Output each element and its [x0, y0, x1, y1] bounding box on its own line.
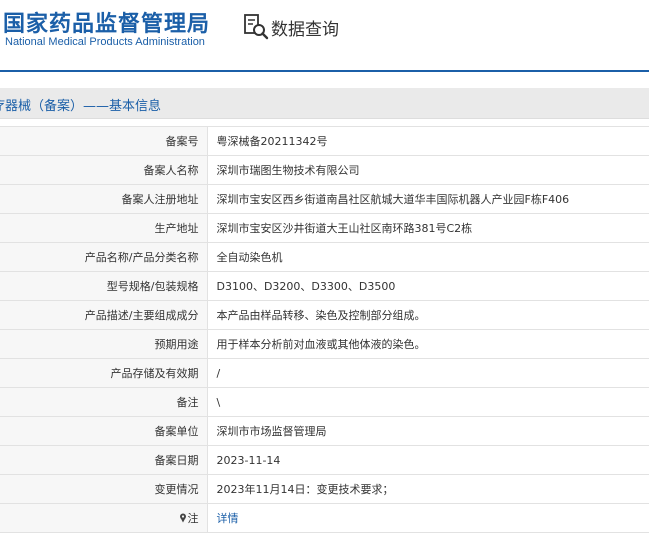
site-logo-en[interactable]: National Medical Products Administration	[5, 36, 205, 48]
row-value: D3100、D3200、D3300、D3500	[207, 271, 649, 301]
section-title: 疗器械（备案）——基本信息	[0, 99, 162, 114]
table-row: 备注 \	[0, 387, 649, 417]
site-header: 国家药品监督管理局 National Medical Products Admi…	[0, 0, 649, 70]
row-value: 2023-11-14	[207, 445, 649, 475]
section-header: 疗器械（备案）——基本信息	[0, 88, 649, 119]
table-row: 型号规格/包装规格 D3100、D3200、D3300、D3500	[0, 271, 649, 301]
table-row: 备案单位 深圳市市场监督管理局	[0, 416, 649, 446]
table-row: 产品描述/主要组成成分 本产品由样品转移、染色及控制部分组成。	[0, 300, 649, 330]
row-label: 备案人注册地址	[0, 184, 208, 214]
row-value: 用于样本分析前对血液或其他体液的染色。	[207, 329, 649, 359]
row-value: 本产品由样品转移、染色及控制部分组成。	[207, 300, 649, 330]
note-label: 注	[187, 512, 199, 525]
table-row: 备案日期 2023-11-14	[0, 445, 649, 475]
row-label: 备注	[0, 387, 208, 417]
row-label: 变更情况	[0, 474, 208, 504]
details-link[interactable]: 详情	[217, 512, 239, 525]
data-query-title: 数据查询	[243, 13, 339, 41]
row-value: 2023年11月14日：变更技术要求；	[207, 474, 649, 504]
table-row: 产品名称/产品分类名称 全自动染色机	[0, 242, 649, 272]
row-value: \	[207, 387, 649, 417]
row-value: 全自动染色机	[207, 242, 649, 272]
site-logo-cn[interactable]: 国家药品监督管理局	[3, 6, 210, 38]
row-value: 深圳市瑞图生物技术有限公司	[207, 155, 649, 185]
row-value: 粤深械备20211342号	[207, 126, 649, 156]
record-info-table: 备案号 粤深械备20211342号 备案人名称 深圳市瑞图生物技术有限公司 备案…	[0, 126, 649, 533]
note-label-cell: 注	[0, 503, 208, 533]
row-label: 产品描述/主要组成成分	[0, 300, 208, 330]
row-value: 深圳市市场监督管理局	[207, 416, 649, 446]
table-row: 备案人注册地址 深圳市宝安区西乡街道南昌社区航城大道华丰国际机器人产业园F栋F4…	[0, 184, 649, 214]
row-label: 备案人名称	[0, 155, 208, 185]
table-row-note: 注 详情	[0, 503, 649, 533]
data-query-label: 数据查询	[271, 19, 339, 40]
row-label: 产品名称/产品分类名称	[0, 242, 208, 272]
table-row: 备案人名称 深圳市瑞图生物技术有限公司	[0, 155, 649, 185]
header-divider	[0, 70, 649, 72]
table-row: 预期用途 用于样本分析前对血液或其他体液的染色。	[0, 329, 649, 359]
table-row: 变更情况 2023年11月14日：变更技术要求；	[0, 474, 649, 504]
row-label: 型号规格/包装规格	[0, 271, 208, 301]
search-document-icon	[244, 14, 269, 40]
note-value-cell: 详情	[207, 503, 649, 533]
row-label: 备案单位	[0, 416, 208, 446]
table-row: 生产地址 深圳市宝安区沙井街道大王山社区南环路381号C2栋	[0, 213, 649, 243]
row-label: 备案号	[0, 126, 208, 156]
row-label: 生产地址	[0, 213, 208, 243]
table-row: 备案号 粤深械备20211342号	[0, 126, 649, 156]
row-value: 深圳市宝安区西乡街道南昌社区航城大道华丰国际机器人产业园F栋F406	[207, 184, 649, 214]
row-value: /	[207, 358, 649, 388]
row-label: 产品存储及有效期	[0, 358, 208, 388]
row-label: 备案日期	[0, 445, 208, 475]
row-label: 预期用途	[0, 329, 208, 359]
row-value: 深圳市宝安区沙井街道大王山社区南环路381号C2栋	[207, 213, 649, 243]
table-row: 产品存储及有效期 /	[0, 358, 649, 388]
